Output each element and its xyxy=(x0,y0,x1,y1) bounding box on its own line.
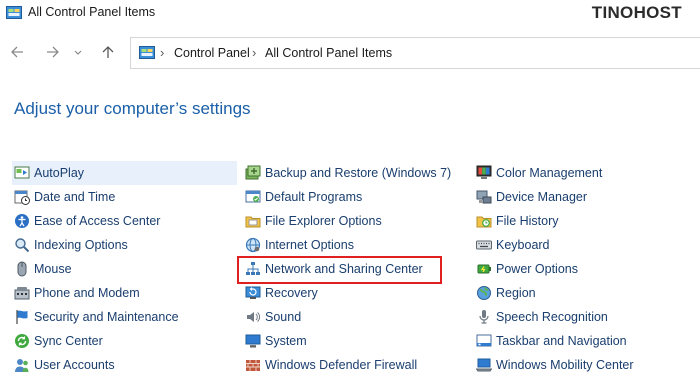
item-system[interactable]: System xyxy=(243,329,468,353)
chevron-right-icon[interactable]: › xyxy=(252,45,256,60)
item-device-manager[interactable]: Device Manager xyxy=(474,185,698,209)
item-user-accounts[interactable]: User Accounts xyxy=(12,353,237,375)
item-mouse[interactable]: Mouse xyxy=(12,257,237,281)
recovery-icon xyxy=(245,285,261,301)
mouse-icon xyxy=(14,261,30,277)
item-date-time[interactable]: Date and Time xyxy=(12,185,237,209)
control-panel-icon xyxy=(6,6,22,20)
item-backup-restore[interactable]: Backup and Restore (Windows 7) xyxy=(243,161,468,185)
item-color-management[interactable]: Color Management xyxy=(474,161,698,185)
item-power-options[interactable]: Power Options xyxy=(474,257,698,281)
backup-icon xyxy=(245,165,261,181)
item-keyboard[interactable]: Keyboard xyxy=(474,233,698,257)
item-windows-mobility-center[interactable]: Windows Mobility Center xyxy=(474,353,698,375)
item-region[interactable]: Region xyxy=(474,281,698,305)
power-icon xyxy=(476,261,492,277)
microphone-icon xyxy=(476,309,492,325)
item-autoplay[interactable]: AutoPlay xyxy=(12,161,237,185)
item-file-history[interactable]: File History xyxy=(474,209,698,233)
item-recovery[interactable]: Recovery xyxy=(243,281,468,305)
recent-dropdown-icon[interactable] xyxy=(68,42,88,62)
taskbar-icon xyxy=(476,333,492,349)
sync-icon xyxy=(14,333,30,349)
item-sound[interactable]: Sound xyxy=(243,305,468,329)
flag-icon xyxy=(14,309,30,325)
item-ease-of-access[interactable]: Ease of Access Center xyxy=(12,209,237,233)
item-windows-defender-firewall[interactable]: Windows Defender Firewall xyxy=(243,353,468,375)
item-security-maintenance[interactable]: Security and Maintenance xyxy=(12,305,237,329)
item-internet-options[interactable]: Internet Options xyxy=(243,233,468,257)
items-column-3: Color Management Device Manager File His… xyxy=(474,161,698,375)
up-arrow-icon[interactable] xyxy=(98,42,118,62)
item-sync-center[interactable]: Sync Center xyxy=(12,329,237,353)
items-column-1: AutoPlay Date and Time Ease of Access Ce… xyxy=(12,161,237,375)
item-speech-recognition[interactable]: Speech Recognition xyxy=(474,305,698,329)
navigation-bar: › Control Panel › All Control Panel Item… xyxy=(0,34,700,70)
forward-arrow-icon[interactable] xyxy=(42,42,62,62)
user-accounts-icon xyxy=(14,357,30,373)
item-default-programs[interactable]: Default Programs xyxy=(243,185,468,209)
breadcrumb-control-panel[interactable]: Control Panel xyxy=(174,46,250,60)
speaker-icon xyxy=(245,309,261,325)
indexing-icon xyxy=(14,237,30,253)
globe-icon xyxy=(476,285,492,301)
ease-of-access-icon xyxy=(14,213,30,229)
back-arrow-icon[interactable] xyxy=(8,42,28,62)
file-history-icon xyxy=(476,213,492,229)
control-panel-icon xyxy=(139,46,155,60)
date-time-icon xyxy=(14,189,30,205)
folder-options-icon xyxy=(245,213,261,229)
keyboard-icon xyxy=(476,237,492,253)
autoplay-icon xyxy=(14,165,30,181)
window-title: All Control Panel Items xyxy=(28,5,156,19)
device-manager-icon xyxy=(476,189,492,205)
highlight-annotation xyxy=(237,256,442,284)
breadcrumb-all-items[interactable]: All Control Panel Items xyxy=(265,46,392,60)
chevron-right-icon[interactable]: › xyxy=(160,45,164,60)
default-programs-icon xyxy=(245,189,261,205)
page-title: Adjust your computer’s settings xyxy=(14,99,251,118)
item-taskbar-navigation[interactable]: Taskbar and Navigation xyxy=(474,329,698,353)
item-indexing-options[interactable]: Indexing Options xyxy=(12,233,237,257)
brand-logo: TINOHOST xyxy=(591,3,682,22)
internet-icon xyxy=(245,237,261,253)
phone-modem-icon xyxy=(14,285,30,301)
item-phone-modem[interactable]: Phone and Modem xyxy=(12,281,237,305)
firewall-icon xyxy=(245,357,261,373)
item-file-explorer-options[interactable]: File Explorer Options xyxy=(243,209,468,233)
mobility-icon xyxy=(475,357,493,373)
system-icon xyxy=(245,333,261,349)
title-bar: All Control Panel Items TINOHOST xyxy=(0,0,700,28)
address-bar[interactable]: › Control Panel › All Control Panel Item… xyxy=(130,37,700,69)
color-management-icon xyxy=(476,165,492,181)
